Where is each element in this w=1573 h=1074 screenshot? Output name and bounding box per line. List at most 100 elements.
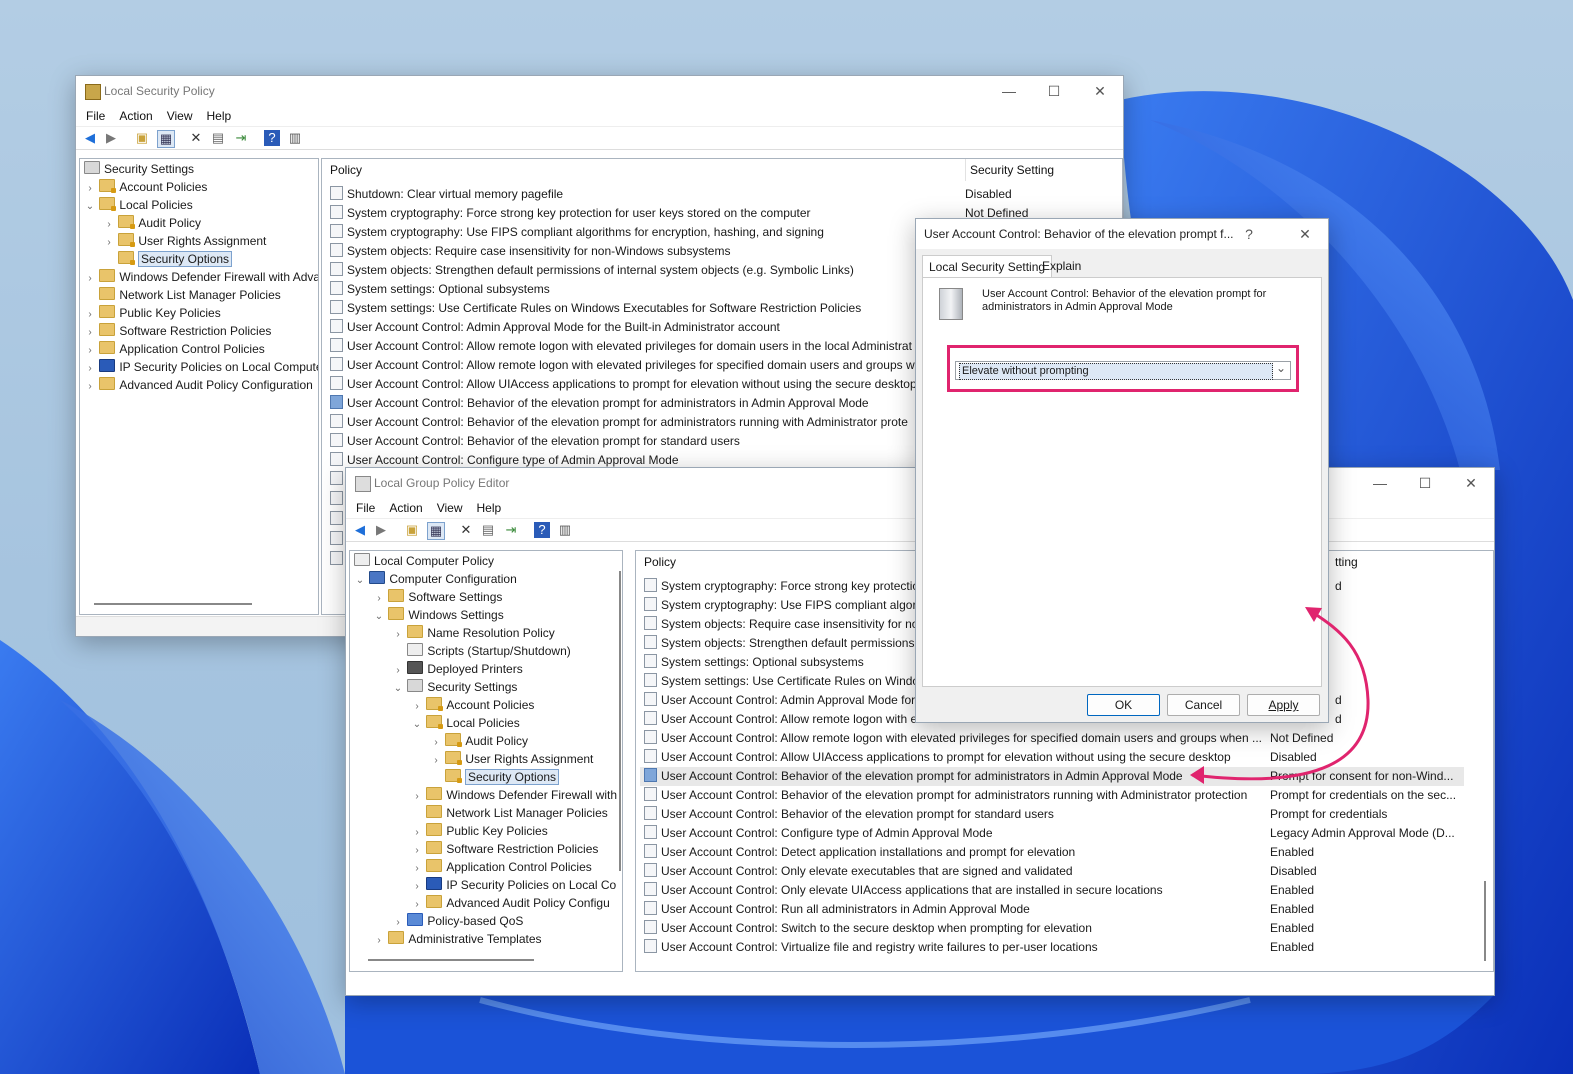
tree-computer-configuration[interactable]: ⌄ Computer Configuration	[354, 570, 517, 588]
policy-row[interactable]: System settings: Use Certificate Rules o…	[644, 672, 928, 691]
policy-row[interactable]: User Account Control: Only elevate execu…	[644, 862, 1073, 881]
policy-row[interactable]: User Account Control: Allow remote logon…	[330, 337, 912, 356]
tree-audit-policy[interactable]: › Audit Policy	[430, 732, 528, 750]
policy-row[interactable]: System objects: Strengthen default permi…	[330, 261, 854, 280]
tree-app-control[interactable]: › Application Control Policies	[411, 858, 592, 876]
tab-local-security-setting[interactable]: Local Security Setting	[922, 255, 1053, 278]
column-security-setting[interactable]: Security Setting	[965, 159, 1054, 181]
delete-icon[interactable]: ✕	[188, 130, 204, 146]
policy-row[interactable]: System cryptography: Use FIPS compliant …	[644, 596, 922, 615]
tree-security-settings[interactable]: Security Settings	[84, 160, 194, 178]
menu-help[interactable]: Help	[470, 498, 509, 518]
tree-local-policies[interactable]: ⌄ Local Policies	[411, 714, 520, 732]
policy-row[interactable]: System cryptography: Force strong key pr…	[330, 204, 811, 223]
chevron-right-icon[interactable]: ›	[373, 932, 385, 950]
policy-row[interactable]: User Account Control: Allow UIAccess app…	[330, 375, 917, 394]
up-folder-icon[interactable]: ▣	[404, 522, 420, 538]
policy-row[interactable]: User Account Control: Behavior of the el…	[644, 786, 1247, 805]
back-arrow-icon[interactable]: ◀	[352, 522, 368, 538]
export-list-icon[interactable]: ⇥	[503, 522, 519, 538]
policy-row[interactable]: User Account Control: Allow remote logon…	[644, 710, 917, 729]
policy-row[interactable]: User Account Control: Run all administra…	[644, 900, 1030, 919]
ok-button[interactable]: OK	[1087, 694, 1160, 716]
tree-network-list[interactable]: Network List Manager Policies	[84, 286, 281, 304]
tree-network-list[interactable]: Network List Manager Policies	[411, 804, 608, 822]
tree-advanced-audit[interactable]: › Advanced Audit Policy Configu	[411, 894, 610, 912]
chevron-right-icon[interactable]: ›	[430, 752, 442, 770]
tree-advanced-audit[interactable]: › Advanced Audit Policy Configuration	[84, 376, 313, 394]
tree-app-control[interactable]: › Application Control Policies	[84, 340, 265, 358]
export-list-icon[interactable]: ⇥	[233, 130, 249, 146]
policy-row[interactable]: System settings: Use Certificate Rules o…	[330, 299, 861, 318]
tree-policy-qos[interactable]: › Policy-based QoS	[392, 912, 523, 930]
tree-local-computer-policy[interactable]: Local Computer Policy	[354, 552, 494, 570]
show-hide-tree-icon[interactable]: ▦	[427, 522, 445, 540]
tree-scripts[interactable]: Scripts (Startup/Shutdown)	[392, 642, 571, 660]
list-vscrollbar[interactable]	[1484, 881, 1486, 961]
properties-icon[interactable]: ▤	[480, 522, 496, 538]
lsp-titlebar[interactable]: Local Security Policy — ☐ ✕	[76, 76, 1123, 106]
policy-row[interactable]: User Account Control: Virtualize file an…	[644, 938, 1098, 957]
tree-security-options[interactable]: Security Options	[118, 250, 233, 268]
tree-ip-security[interactable]: › IP Security Policies on Local Compute	[84, 358, 318, 376]
tree-ip-security[interactable]: › IP Security Policies on Local Co	[411, 876, 616, 894]
policy-row[interactable]: System cryptography: Use FIPS compliant …	[330, 223, 824, 242]
show-hide-tree-icon[interactable]: ▦	[157, 130, 175, 148]
policy-row[interactable]: User Account Control: Allow UIAccess app…	[644, 748, 1231, 767]
menu-file[interactable]: File	[79, 106, 112, 126]
column-policy[interactable]: Policy	[644, 551, 676, 573]
policy-row-selected[interactable]: User Account Control: Behavior of the el…	[330, 394, 869, 413]
tree-hscrollbar[interactable]	[368, 959, 534, 961]
minimize-button[interactable]: —	[1357, 468, 1403, 498]
up-folder-icon[interactable]: ▣	[134, 130, 150, 146]
tab-explain[interactable]: Explain	[1036, 255, 1087, 277]
policy-row-selected[interactable]: User Account Control: Behavior of the el…	[644, 767, 1183, 786]
policy-row[interactable]: Shutdown: Clear virtual memory pagefile	[330, 185, 563, 204]
maximize-button[interactable]: ☐	[1402, 468, 1448, 498]
menu-view[interactable]: View	[430, 498, 470, 518]
policy-row[interactable]: User Account Control: Admin Approval Mod…	[330, 318, 780, 337]
tree-software-restriction[interactable]: › Software Restriction Policies	[411, 840, 598, 858]
chevron-down-icon[interactable]: ⌄	[392, 680, 404, 698]
tree-admin-templates[interactable]: › Administrative Templates	[373, 930, 542, 948]
policy-row[interactable]: System cryptography: Force strong key pr…	[644, 577, 919, 596]
chevron-right-icon[interactable]: ›	[84, 378, 96, 396]
maximize-button[interactable]: ☐	[1031, 76, 1077, 106]
policy-row[interactable]: User Account Control: Only elevate UIAcc…	[644, 881, 1163, 900]
policy-row[interactable]: User Account Control: Switch to the secu…	[644, 919, 1092, 938]
tree-account-policies[interactable]: › Account Policies	[84, 178, 207, 196]
tree-security-options[interactable]: Security Options	[445, 768, 560, 786]
policy-row[interactable]: System objects: Require case insensitivi…	[330, 242, 730, 261]
chevron-down-icon[interactable]: ⌄	[411, 716, 423, 734]
elevation-behavior-select[interactable]: Elevate without prompting ⌄	[955, 361, 1291, 380]
menu-file[interactable]: File	[349, 498, 382, 518]
column-policy[interactable]: Policy	[330, 159, 362, 181]
tree-local-policies[interactable]: ⌄ Local Policies	[84, 196, 193, 214]
tree-public-key[interactable]: › Public Key Policies	[411, 822, 548, 840]
tree-software-settings[interactable]: › Software Settings	[373, 588, 502, 606]
chevron-down-icon[interactable]: ⌄	[373, 608, 385, 626]
policy-row[interactable]: System settings: Optional subsystems	[644, 653, 864, 672]
minimize-button[interactable]: —	[986, 76, 1032, 106]
tree-hscrollbar[interactable]	[94, 603, 252, 605]
console-icon[interactable]: ▥	[557, 522, 573, 538]
policy-row[interactable]: System settings: Optional subsystems	[330, 280, 550, 299]
tree-security-settings[interactable]: ⌄ Security Settings	[392, 678, 517, 696]
policy-row[interactable]: User Account Control: Behavior of the el…	[644, 805, 1054, 824]
policy-row[interactable]: User Account Control: Admin Approval Mod…	[644, 691, 915, 710]
tree-software-restriction[interactable]: › Software Restriction Policies	[84, 322, 271, 340]
policy-row[interactable]: User Account Control: Detect application…	[644, 843, 1075, 862]
dialog-close-button[interactable]: ✕	[1282, 219, 1328, 249]
chevron-right-icon[interactable]: ›	[103, 234, 115, 252]
help-button[interactable]: ?	[1238, 219, 1260, 249]
tree-name-resolution[interactable]: › Name Resolution Policy	[392, 624, 555, 642]
policy-row[interactable]: User Account Control: Configure type of …	[644, 824, 993, 843]
dialog-titlebar[interactable]: User Account Control: Behavior of the el…	[916, 219, 1328, 249]
forward-arrow-icon[interactable]: ▶	[373, 522, 389, 538]
close-button[interactable]: ✕	[1077, 76, 1123, 106]
tree-firewall[interactable]: › Windows Defender Firewall with	[411, 786, 617, 804]
forward-arrow-icon[interactable]: ▶	[103, 130, 119, 146]
tree-user-rights[interactable]: › User Rights Assignment	[103, 232, 266, 250]
menu-action[interactable]: Action	[382, 498, 429, 518]
tree-user-rights[interactable]: › User Rights Assignment	[430, 750, 593, 768]
